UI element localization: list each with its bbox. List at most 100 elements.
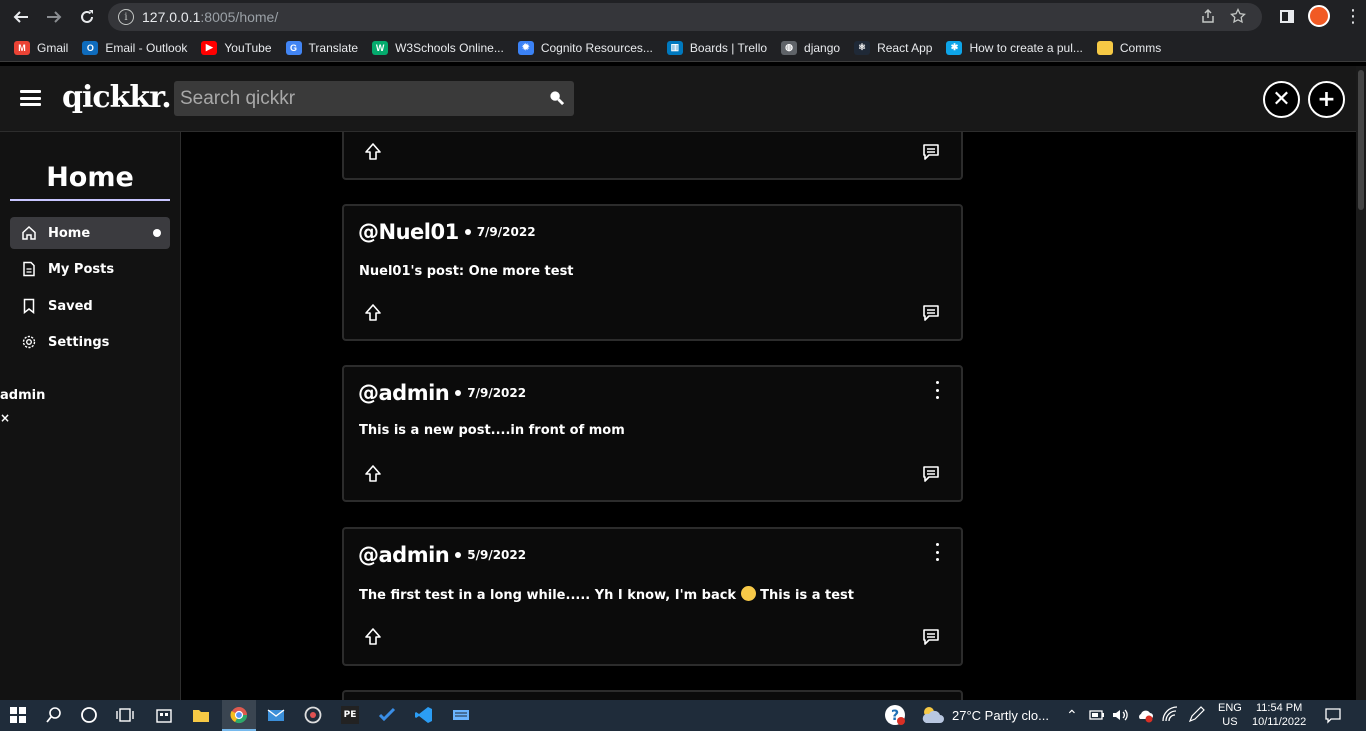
site-info-icon[interactable]: i [118,9,134,25]
post-body-text: The first test in a long while..... Yh I… [359,588,737,603]
sidebar-item-my-posts[interactable]: My Posts [10,253,170,285]
bookmark-item[interactable]: ▶ YouTube [201,40,272,55]
comment-icon[interactable] [921,142,941,162]
sidebar-username[interactable]: admin [0,388,45,403]
cloud-sync-icon[interactable] [1136,706,1154,724]
store-icon[interactable] [155,706,173,724]
upvote-arrow-icon[interactable] [363,303,383,323]
page-scrollbar[interactable] [1356,66,1366,700]
post-options-icon[interactable] [933,381,941,399]
share-icon[interactable] [1200,8,1216,24]
sidebar-item-saved[interactable]: Saved [10,290,170,322]
bookmark-item[interactable]: ▥ Boards | Trello [666,40,767,55]
active-app-highlight [222,700,256,731]
bookmark-item[interactable]: Comms [1096,40,1162,55]
address-bar[interactable]: i 127.0.0.1:8005/home/ [108,3,1262,31]
notification-icon[interactable] [1324,706,1342,724]
post-author[interactable]: @admin [358,543,450,567]
bookmark-item[interactable]: O Email - Outlook [82,40,188,55]
bookmark-item[interactable]: ✹ Cognito Resources... [517,40,653,55]
bookmark-label: Email - Outlook [105,40,188,55]
bookmark-item[interactable]: G Translate [285,40,358,55]
wifi-icon[interactable] [1161,706,1179,724]
sidebar-item-home[interactable]: Home [10,217,170,249]
add-post-button[interactable]: + [1308,81,1345,118]
help-icon[interactable]: ? [884,704,906,726]
reload-icon[interactable] [75,5,99,29]
globe-icon: ◍ [781,40,798,55]
bookmark-item[interactable]: M Gmail [14,40,68,55]
sidebar-item-settings[interactable]: Settings [10,326,170,358]
profile-avatar[interactable] [1308,5,1330,27]
side-panel-icon[interactable] [1280,9,1294,23]
close-button[interactable]: ✕ [1263,81,1300,118]
bookmark-item[interactable]: ◍ django [781,40,840,55]
keyboard-icon[interactable] [452,706,470,724]
sidebar-item-label: Settings [48,334,110,350]
clock-time: 11:54 PM [1255,702,1303,714]
post-feed: @Nuel01 7/9/2022 Nuel01's post: One more… [181,132,1356,700]
document-icon [21,261,37,277]
windows-start-icon[interactable] [9,706,27,724]
post-date: 7/9/2022 [476,225,536,239]
comment-icon[interactable] [921,464,941,484]
search-icon[interactable] [45,706,63,724]
os-taskbar: PE ? 27°C Partly clo... ⌃ ENG US 11:54 PM… [0,700,1366,731]
file-explorer-icon[interactable] [192,706,210,724]
home-icon [21,225,37,241]
cognito-icon: ✹ [517,40,534,55]
weather-cloud-icon [922,707,944,723]
back-arrow-icon[interactable] [9,5,33,29]
post-author[interactable]: @admin [358,381,450,405]
trello-icon: ▥ [666,40,683,55]
mail-icon[interactable] [267,706,285,724]
upvote-arrow-icon[interactable] [363,627,383,647]
bookmark-item[interactable]: ✱ How to create a pul... [946,40,1083,55]
sidebar-title: Home [10,162,170,201]
weather-text[interactable]: 27°C Partly clo... [952,700,1049,731]
post-card [342,132,963,180]
media-player-icon[interactable] [304,706,322,724]
bookmark-item[interactable]: ⚛ React App [854,40,932,55]
upvote-arrow-icon[interactable] [363,142,383,162]
bookmark-icon [21,298,37,314]
bookmark-label: Cognito Resources... [540,40,653,55]
cortana-icon[interactable] [80,706,98,724]
clock-date: 10/11/2022 [1252,716,1307,728]
browser-menu-icon[interactable]: ⋮ [1344,6,1362,27]
bookmark-label: Comms [1119,40,1162,55]
youtube-icon: ▶ [201,40,218,55]
search-icon[interactable] [549,90,564,105]
hamburger-menu-icon[interactable] [20,90,41,106]
forward-arrow-icon[interactable] [42,5,66,29]
logout-button[interactable]: × [0,411,10,425]
comment-icon[interactable] [921,303,941,323]
url-text: 127.0.0.1:8005/home/ [142,9,279,25]
system-clock[interactable]: 11:54 PM 10/11/2022 [1252,701,1306,729]
logo[interactable]: qickkr. [62,80,172,115]
bookmark-item[interactable]: W W3Schools Online... [372,40,504,55]
language-indicator[interactable]: ENG US [1218,701,1242,729]
search-input[interactable] [180,87,540,110]
scrollbar-thumb[interactable] [1358,70,1364,210]
vscode-icon[interactable] [415,706,433,724]
todo-icon[interactable] [378,706,396,724]
post-body-text: This is a test [760,588,854,603]
comment-icon[interactable] [921,627,941,647]
post-card: @Nuel01 7/9/2022 Nuel01's post: One more… [342,204,963,341]
chevron-up-icon[interactable]: ⌃ [1066,700,1078,731]
star-icon[interactable] [1230,8,1246,24]
post-author[interactable]: @Nuel01 [358,220,459,244]
sidebar-item-label: Saved [48,298,93,314]
upvote-arrow-icon[interactable] [363,464,383,484]
app-header: qickkr. ✕ + [0,66,1356,132]
sidebar-item-label: My Posts [48,261,115,277]
task-view-icon[interactable] [116,706,134,724]
post-options-icon[interactable] [933,543,941,561]
pen-icon[interactable] [1187,706,1205,724]
post-card [342,690,963,700]
volume-icon[interactable] [1111,706,1129,724]
battery-icon[interactable] [1088,706,1106,724]
pe-app-icon[interactable]: PE [341,706,359,724]
browser-toolbar: i 127.0.0.1:8005/home/ ⋮ [0,0,1366,34]
